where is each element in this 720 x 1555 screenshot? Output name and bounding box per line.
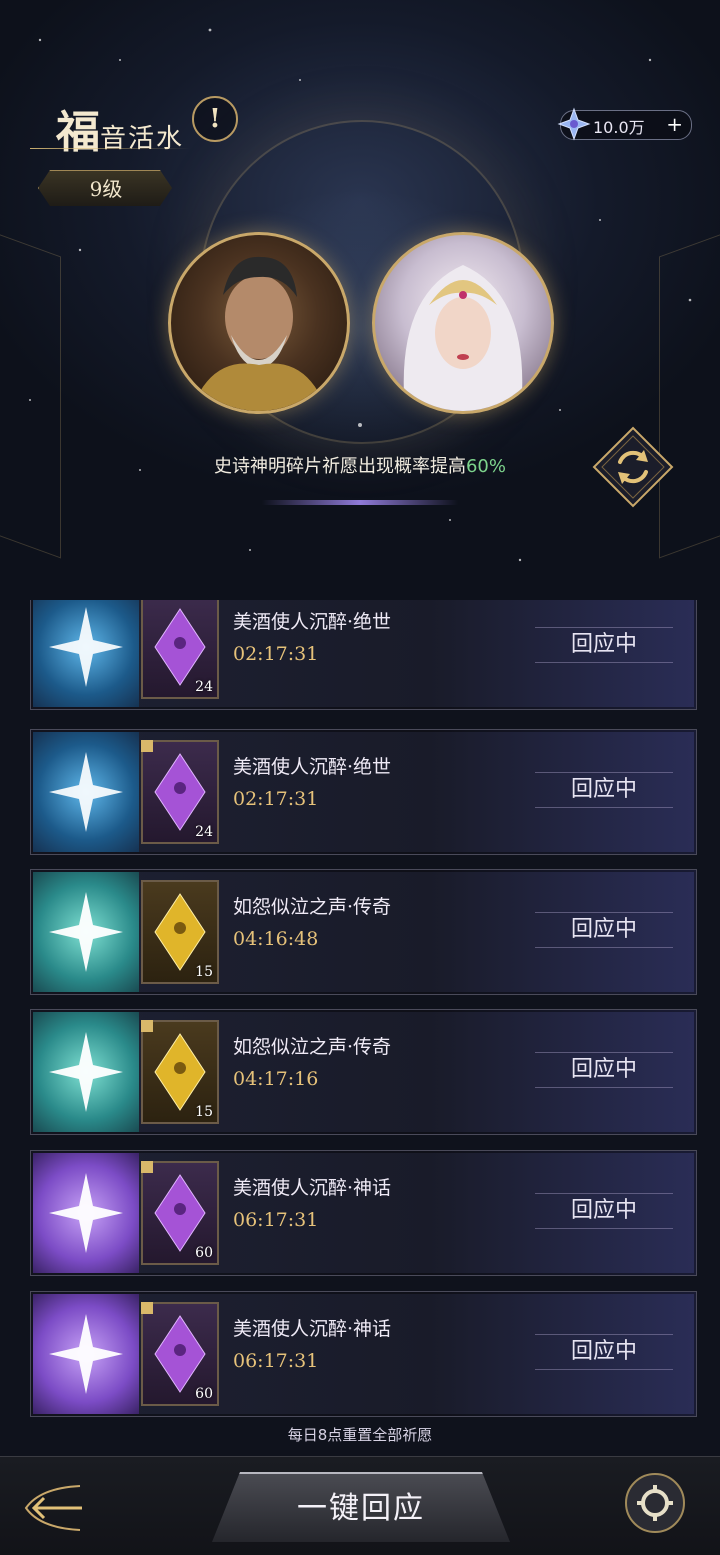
respond-status-button[interactable]: 回应中	[535, 770, 673, 810]
wish-timer: 02:17:31	[233, 788, 319, 810]
wish-row[interactable]: 24 美酒使人沉醉·绝世 02:17:31 回应中	[30, 729, 697, 855]
wish-timer: 04:16:48	[233, 928, 319, 950]
wish-card: 24	[141, 740, 219, 844]
page-title: 福音活水	[56, 96, 184, 160]
wish-card: 15	[141, 880, 219, 984]
card-count: 24	[195, 824, 213, 840]
wish-name: 美酒使人沉醉·神话	[233, 1177, 392, 1199]
wish-timer: 04:17:16	[233, 1068, 319, 1090]
wish-timer: 02:17:31	[233, 643, 319, 665]
title-text: 音活水	[100, 124, 185, 154]
refresh-button[interactable]	[592, 426, 674, 508]
wish-name: 美酒使人沉醉·绝世	[233, 756, 392, 778]
title-initial: 福	[56, 107, 100, 158]
wish-row[interactable]: 15 如怨似泣之声·传奇 04:16:48 回应中	[30, 869, 697, 995]
wish-star-icon	[33, 1012, 139, 1132]
card-count: 60	[195, 1245, 213, 1261]
wish-name: 美酒使人沉醉·绝世	[233, 611, 392, 633]
starfield	[29, 28, 692, 562]
level-badge: 9级	[38, 170, 172, 206]
card-count: 15	[195, 1104, 213, 1120]
gear-icon[interactable]	[624, 1472, 686, 1534]
white-haired-goddess-portrait[interactable]	[372, 232, 554, 414]
wish-row[interactable]: 60 美酒使人沉醉·神话 06:17:31 回应中	[30, 1291, 697, 1417]
wish-card: 60	[141, 1302, 219, 1406]
info-button[interactable]: !	[192, 96, 238, 142]
wish-star-icon	[33, 1294, 139, 1414]
reset-note: 每日8点重置全部祈愿	[287, 1426, 433, 1444]
respond-status-button[interactable]: 回应中	[535, 1050, 673, 1090]
wish-name: 如怨似泣之声·传奇	[233, 896, 392, 918]
title-underline	[30, 148, 190, 149]
wish-timer: 06:17:31	[233, 1209, 319, 1231]
respond-status-button[interactable]: 回应中	[535, 1191, 673, 1231]
wish-name: 如怨似泣之声·传奇	[233, 1036, 392, 1058]
respond-status-button[interactable]: 回应中	[535, 910, 673, 950]
respond-all-button[interactable]: 一键回应	[212, 1472, 510, 1542]
boost-text: 史诗神明碎片祈愿出现概率提高	[213, 456, 466, 477]
wish-card: 60	[141, 1161, 219, 1265]
card-corner-icon	[141, 740, 153, 752]
wish-row[interactable]: 60 美酒使人沉醉·神话 06:17:31 回应中	[30, 1150, 697, 1276]
left-frame-ornament	[0, 223, 61, 559]
card-count: 24	[195, 679, 213, 695]
wish-card: 24	[141, 600, 219, 699]
wish-star-icon	[33, 1153, 139, 1273]
boost-percent: 60%	[465, 456, 506, 477]
wish-timer: 06:17:31	[233, 1350, 319, 1372]
card-corner-icon	[141, 1302, 153, 1314]
wish-star-icon	[33, 732, 139, 852]
currency-display: 10.0万 +	[557, 107, 692, 141]
add-currency-button[interactable]: +	[666, 112, 683, 136]
wish-star-icon	[33, 600, 139, 707]
card-count: 60	[195, 1386, 213, 1402]
wish-star-icon	[33, 872, 139, 992]
card-corner-icon	[141, 1020, 153, 1032]
respond-status-button[interactable]: 回应中	[535, 625, 673, 665]
boost-underline	[262, 500, 458, 505]
right-frame-ornament	[659, 223, 720, 559]
currency-amount: 10.0万	[593, 118, 645, 137]
wish-name: 美酒使人沉醉·神话	[233, 1318, 392, 1340]
respond-status-button[interactable]: 回应中	[535, 1332, 673, 1372]
bearded-god-portrait[interactable]	[168, 232, 350, 414]
wish-row[interactable]: 15 如怨似泣之声·传奇 04:17:16 回应中	[30, 1009, 697, 1135]
card-corner-icon	[141, 1161, 153, 1173]
card-count: 15	[195, 964, 213, 980]
wish-list[interactable]: 24 美酒使人沉醉·绝世 02:17:31 回应中 24 美酒使人沉醉·绝世 0…	[0, 600, 720, 1452]
star-gem-icon	[557, 107, 591, 141]
white-haired-goddess-figure	[403, 265, 523, 411]
wish-card: 15	[141, 1020, 219, 1124]
bearded-god-figure	[191, 256, 327, 411]
back-arrow-icon[interactable]	[20, 1478, 90, 1538]
wish-row[interactable]: 24 美酒使人沉醉·绝世 02:17:31 回应中	[30, 600, 697, 710]
